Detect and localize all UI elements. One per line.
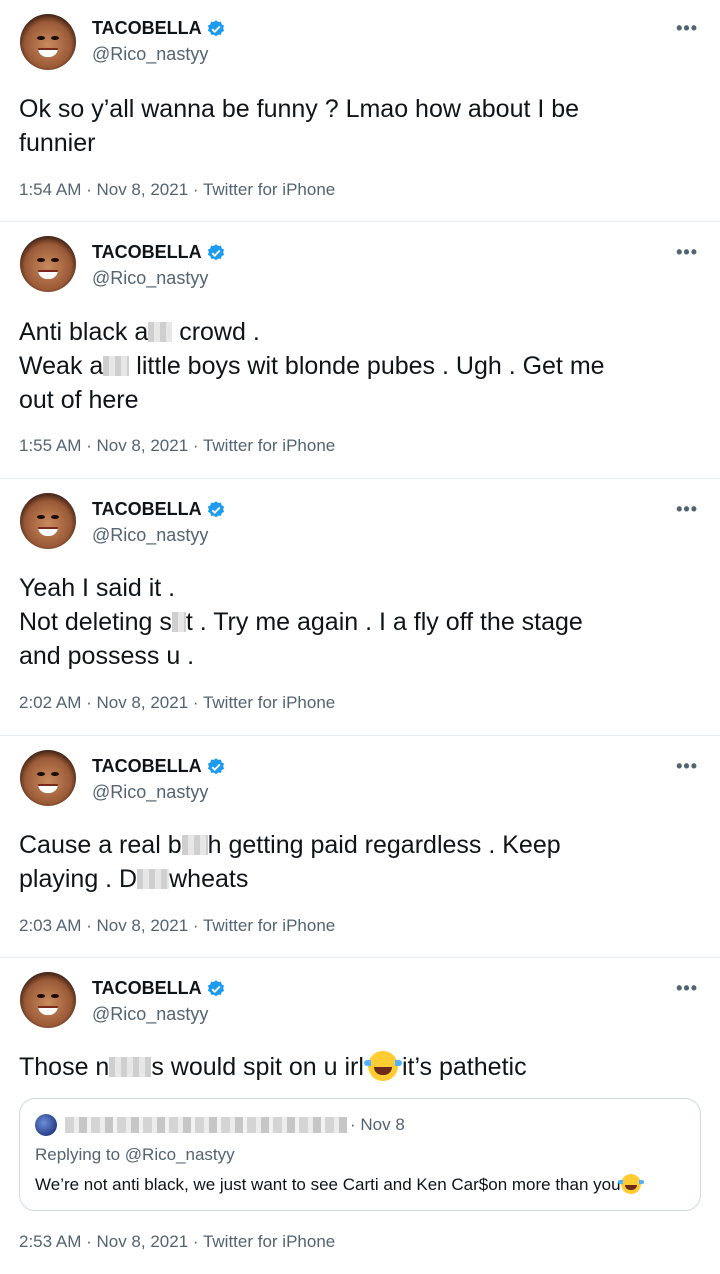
tweet-thread: TACOBELLA @Rico_nastyy ••• Ok so y’all w… <box>0 0 720 1274</box>
avatar[interactable] <box>20 972 76 1028</box>
verified-badge-icon <box>207 500 224 517</box>
author-name[interactable]: TACOBELLA <box>92 242 202 263</box>
author-name[interactable]: TACOBELLA <box>92 756 202 777</box>
censored-word <box>171 612 186 632</box>
censored-word <box>181 835 208 855</box>
quoted-tweet[interactable]: · Nov 8 Replying to @Rico_nastyy We’re n… <box>19 1098 701 1211</box>
tweet-meta[interactable]: 1:55 AM · Nov 8, 2021 · Twitter for iPho… <box>19 436 335 456</box>
tweet-2[interactable]: TACOBELLA @Rico_nastyy ••• Anti black a … <box>0 222 720 479</box>
tweet-meta[interactable]: 2:53 AM · Nov 8, 2021 · Twitter for iPho… <box>19 1232 335 1252</box>
tweet-1[interactable]: TACOBELLA @Rico_nastyy ••• Ok so y’all w… <box>0 0 720 222</box>
more-options-icon[interactable]: ••• <box>676 756 698 777</box>
face-with-tears-of-joy-icon <box>617 1174 644 1194</box>
author-name[interactable]: TACOBELLA <box>92 978 202 999</box>
author-handle[interactable]: @Rico_nastyy <box>92 44 208 65</box>
tweet-text: Cause a real bh getting paid regardless … <box>19 831 561 893</box>
quoted-date[interactable]: · Nov 8 <box>350 1115 405 1135</box>
author-handle[interactable]: @Rico_nastyy <box>92 1004 208 1025</box>
avatar[interactable] <box>20 493 76 549</box>
verified-badge-icon <box>207 757 224 774</box>
censored-word <box>109 1057 152 1077</box>
more-options-icon[interactable]: ••• <box>676 242 698 263</box>
author-handle[interactable]: @Rico_nastyy <box>92 782 208 803</box>
author-name[interactable]: TACOBELLA <box>92 499 202 520</box>
redacted-username <box>65 1117 347 1133</box>
verified-badge-icon <box>207 243 224 260</box>
tweet-meta[interactable]: 2:02 AM · Nov 8, 2021 · Twitter for iPho… <box>19 693 335 713</box>
tweet-text: Anti black a crowd . Weak a little boys … <box>19 318 605 414</box>
verified-badge-icon <box>207 979 224 996</box>
replying-to: Replying to @Rico_nastyy <box>35 1145 235 1164</box>
censored-word <box>137 869 170 889</box>
replying-handle-link[interactable]: @Rico_nastyy <box>125 1145 235 1164</box>
author-handle[interactable]: @Rico_nastyy <box>92 525 208 546</box>
verified-badge-icon <box>207 19 224 36</box>
tweet-meta[interactable]: 1:54 AM · Nov 8, 2021 · Twitter for iPho… <box>19 180 335 200</box>
author-name[interactable]: TACOBELLA <box>92 18 202 39</box>
more-options-icon[interactable]: ••• <box>676 978 698 999</box>
face-with-tears-of-joy-icon <box>363 1051 402 1081</box>
tweet-text: Those ns would spit on u irl it’s patheti… <box>19 1051 527 1081</box>
quoted-avatar[interactable] <box>35 1114 57 1136</box>
more-options-icon[interactable]: ••• <box>676 18 698 39</box>
more-options-icon[interactable]: ••• <box>676 499 698 520</box>
avatar[interactable] <box>20 236 76 292</box>
tweet-text: Yeah I said it . Not deleting st . Try m… <box>19 574 583 670</box>
author-handle[interactable]: @Rico_nastyy <box>92 268 208 289</box>
censored-word <box>103 356 130 376</box>
avatar[interactable] <box>20 14 76 70</box>
tweet-text: Ok so y’all wanna be funny ? Lmao how ab… <box>19 95 580 157</box>
avatar[interactable] <box>20 750 76 806</box>
tweet-meta[interactable]: 2:03 AM · Nov 8, 2021 · Twitter for iPho… <box>19 916 335 936</box>
tweet-3[interactable]: TACOBELLA @Rico_nastyy ••• Yeah I said i… <box>0 479 720 736</box>
censored-word <box>148 322 173 342</box>
quoted-text: We’re not anti black, we just want to se… <box>35 1174 644 1195</box>
tweet-4[interactable]: TACOBELLA @Rico_nastyy ••• Cause a real … <box>0 736 720 958</box>
